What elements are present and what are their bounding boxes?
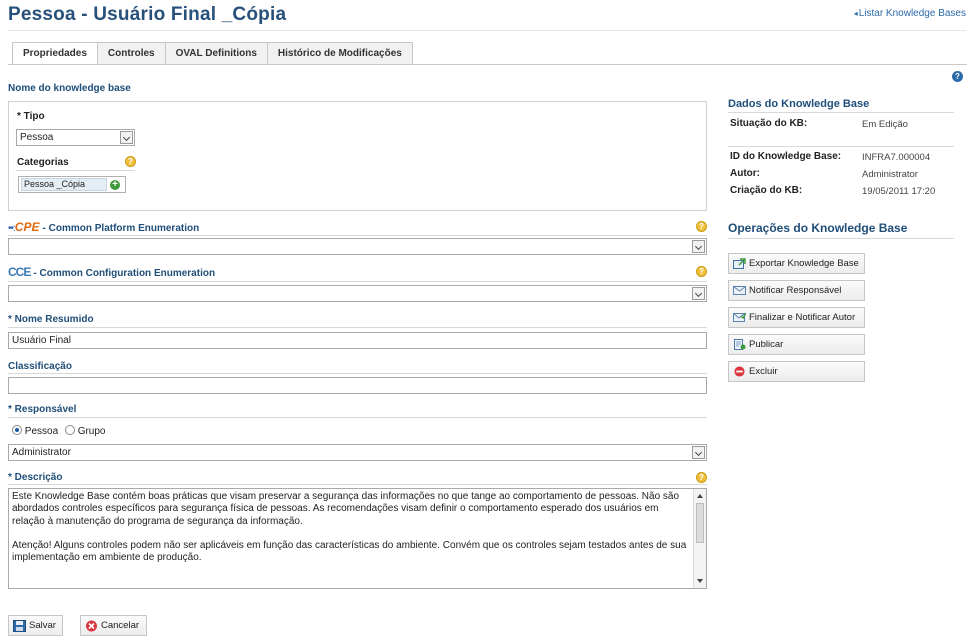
chevron-down-icon	[692, 240, 705, 253]
categoria-chip-label: Pessoa _Cópia	[21, 178, 107, 191]
categoria-chip: Pessoa _Cópia +	[18, 176, 126, 193]
categorias-help-icon[interactable]: ?	[125, 156, 136, 167]
chevron-down-icon	[120, 131, 133, 144]
export-kb-button[interactable]: Exportar Knowledge Base	[728, 253, 865, 274]
floppy-disk-icon	[13, 620, 26, 632]
operations-title: Operações do Knowledge Base	[728, 221, 908, 235]
nome-resumido-divider	[8, 327, 707, 328]
cpe-label: - Common Platform Enumeration	[42, 223, 200, 234]
nome-resumido-input[interactable]: Usuário Final	[8, 332, 707, 349]
add-categoria-icon[interactable]: +	[110, 180, 120, 190]
responsavel-label: * Responsável	[8, 404, 77, 415]
radio-grupo[interactable]	[64, 425, 75, 435]
kb-data-divider	[728, 112, 954, 113]
cpe-heading: ••:CPE - Common Platform Enumeration	[8, 220, 199, 234]
cpe-logo: CPE	[14, 220, 40, 234]
mail-icon	[733, 286, 746, 295]
cce-heading: CCE - Common Configuration Enumeration	[8, 265, 215, 279]
cancel-button[interactable]: Cancelar	[80, 615, 147, 636]
descricao-divider	[8, 484, 707, 485]
publish-icon	[734, 339, 746, 350]
criacao-label: Criação do KB:	[730, 185, 803, 196]
cce-help-icon[interactable]: ?	[696, 266, 707, 277]
tipo-categorias-box	[8, 101, 707, 211]
list-knowledge-bases-link[interactable]: ◂Listar Knowledge Bases	[854, 8, 966, 19]
operations-divider	[728, 238, 954, 239]
section-title-nome: Nome do knowledge base	[8, 83, 131, 94]
export-icon	[733, 258, 746, 269]
delete-icon	[734, 366, 745, 377]
cpe-select[interactable]	[8, 238, 707, 255]
classificacao-label: Classificação	[8, 361, 72, 372]
cce-label: - Common Configuration Enumeration	[33, 268, 216, 279]
cpe-help-icon[interactable]: ?	[696, 221, 707, 232]
cpe-divider	[8, 235, 707, 236]
radio-pessoa-label: Pessoa	[24, 426, 59, 437]
tab-divider	[8, 64, 967, 65]
kb-id-label: ID do Knowledge Base:	[730, 151, 842, 162]
descricao-textarea[interactable]: Este Knowledge Base contém boas práticas…	[8, 488, 707, 589]
chevron-down-icon	[692, 446, 705, 459]
mail-check-icon	[733, 312, 746, 322]
kb-id-value: INFRA7.000004	[862, 152, 931, 163]
chevron-down-icon	[692, 287, 705, 300]
scroll-up-icon	[697, 494, 703, 498]
tipo-label: * Tipo	[17, 111, 45, 122]
descricao-paragraph-1: Este Knowledge Base contém boas práticas…	[12, 491, 680, 527]
kb-data-title: Dados do Knowledge Base	[728, 98, 870, 110]
responsavel-radio-group: Pessoa Grupo	[12, 425, 106, 437]
categorias-divider	[16, 170, 135, 171]
descricao-paragraph-2: Atenção! Alguns controles podem não ser …	[12, 539, 687, 564]
finalize-notify-author-button[interactable]: Finalizar e Notificar Autor	[728, 307, 865, 328]
header-divider	[8, 30, 966, 31]
descricao-scrollbar[interactable]	[693, 489, 706, 588]
back-arrow-icon: ◂	[853, 9, 858, 18]
responsavel-select[interactable]: Administrator	[8, 444, 707, 461]
criacao-value: 19/05/2011 17:20	[862, 186, 936, 197]
delete-button[interactable]: Excluir	[728, 361, 865, 382]
situacao-label: Situação do KB:	[730, 118, 808, 129]
categorias-label: Categorias	[17, 157, 69, 168]
page-help-icon[interactable]: ?	[952, 71, 963, 82]
cancel-icon	[86, 620, 97, 632]
save-button[interactable]: Salvar	[8, 615, 63, 636]
descricao-help-icon[interactable]: ?	[696, 472, 707, 483]
nome-resumido-label: * Nome Resumido	[8, 314, 94, 325]
publish-button[interactable]: Publicar	[728, 334, 865, 355]
situacao-value: Em Edição	[862, 119, 908, 130]
cce-select[interactable]	[8, 285, 707, 302]
tab-controles[interactable]: Controles	[96, 42, 166, 64]
notify-responsible-button[interactable]: Notificar Responsável	[728, 280, 865, 301]
tab-bar: Propriedades Controles OVAL Definitions …	[12, 42, 413, 65]
tab-propriedades[interactable]: Propriedades	[12, 42, 98, 65]
tipo-select[interactable]: Pessoa	[16, 129, 135, 146]
scroll-down-icon	[697, 579, 703, 583]
responsavel-divider	[8, 417, 707, 418]
radio-pessoa[interactable]	[12, 425, 22, 435]
classificacao-divider	[8, 373, 707, 374]
page-title: Pessoa - Usuário Final _Cópia	[8, 4, 287, 25]
cce-divider	[8, 281, 707, 282]
cce-logo: CCE	[8, 265, 31, 279]
scroll-thumb[interactable]	[696, 503, 704, 543]
back-link-label: Listar Knowledge Bases	[858, 8, 966, 19]
kb-data-divider-2	[728, 146, 954, 147]
descricao-label: * Descrição	[8, 472, 63, 483]
autor-value: Administrator	[862, 169, 918, 180]
autor-label: Autor:	[730, 168, 760, 179]
classificacao-input[interactable]	[8, 377, 707, 394]
cpe-dots-icon: ••:	[8, 223, 16, 234]
tab-historico[interactable]: Histórico de Modificações	[266, 42, 413, 64]
tab-oval-definitions[interactable]: OVAL Definitions	[164, 42, 268, 64]
radio-grupo-label: Grupo	[77, 426, 106, 437]
